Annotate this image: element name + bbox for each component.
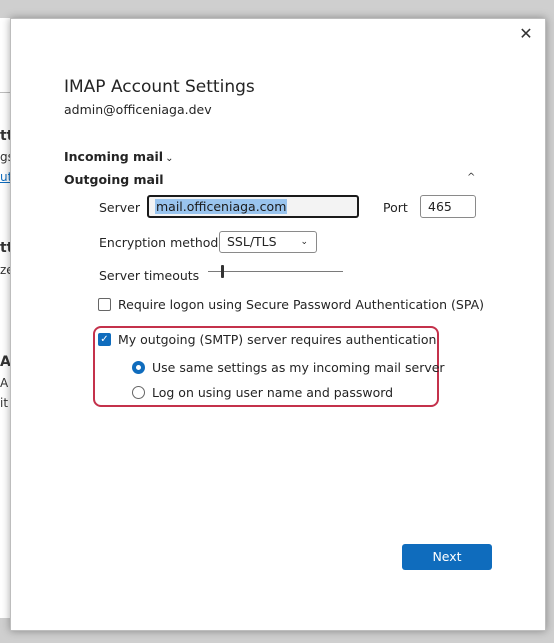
server-timeouts-label: Server timeouts <box>99 268 200 283</box>
server-timeouts-slider-track[interactable] <box>208 271 343 272</box>
chevron-up-icon[interactable]: ^ <box>467 172 475 183</box>
server-value: mail.officeniaga.com <box>155 199 288 214</box>
radio-log-on-credentials-label: Log on using user name and password <box>152 385 394 400</box>
spa-label: Require logon using Secure Password Auth… <box>118 297 485 312</box>
next-button[interactable]: Next <box>402 544 492 570</box>
radio-log-on-credentials[interactable] <box>132 386 145 399</box>
encryption-method-label: Encryption method <box>99 235 219 250</box>
outgoing-mail-label: Outgoing mail <box>64 172 164 187</box>
radio-use-same-settings-label: Use same settings as my incoming mail se… <box>152 360 445 375</box>
close-button[interactable]: ✕ <box>517 25 535 43</box>
chevron-down-icon: ⌄ <box>165 153 174 164</box>
dialog-title: IMAP Account Settings <box>64 77 255 97</box>
smtp-auth-checkbox[interactable]: ✓ <box>98 333 111 346</box>
port-value: 465 <box>428 199 452 214</box>
port-label: Port <box>383 200 408 215</box>
smtp-auth-label: My outgoing (SMTP) server requires authe… <box>118 332 437 347</box>
imap-account-settings-dialog: ✕ IMAP Account Settings admin@officeniag… <box>10 18 546 631</box>
chevron-down-icon: ⌄ <box>300 237 308 247</box>
server-timeouts-slider-thumb[interactable] <box>221 265 224 278</box>
next-button-label: Next <box>432 549 462 564</box>
port-input[interactable]: 465 <box>420 195 476 218</box>
outgoing-mail-section-header[interactable]: Outgoing mail <box>64 172 164 187</box>
server-label: Server <box>99 200 140 215</box>
radio-use-same-settings[interactable] <box>132 361 145 374</box>
server-input[interactable]: mail.officeniaga.com <box>147 195 359 218</box>
encryption-method-select[interactable]: SSL/TLS ⌄ <box>219 231 317 253</box>
check-icon: ✓ <box>100 334 109 345</box>
encryption-method-value: SSL/TLS <box>227 234 277 249</box>
incoming-mail-label: Incoming mail <box>64 149 164 164</box>
spa-checkbox[interactable] <box>98 298 111 311</box>
incoming-mail-section-toggle[interactable]: Incoming mail ⌄ <box>64 149 173 164</box>
account-email: admin@officeniaga.dev <box>64 102 212 117</box>
close-icon: ✕ <box>519 24 533 43</box>
